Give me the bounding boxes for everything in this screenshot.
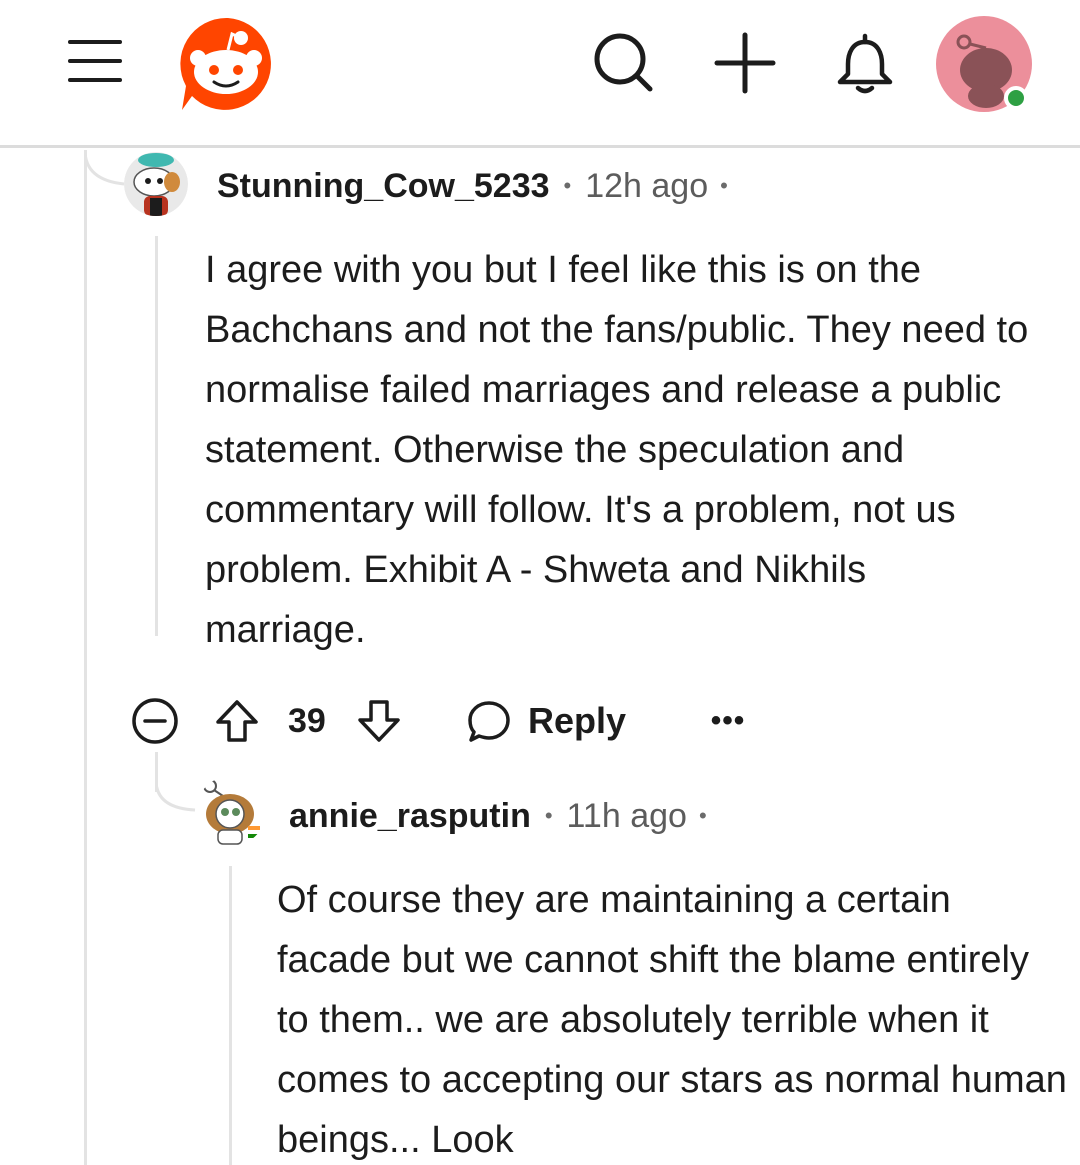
minus-circle-icon bbox=[132, 698, 178, 744]
thread-line-root bbox=[84, 150, 87, 1165]
top-app-bar bbox=[0, 0, 1080, 148]
comment-body: Of course they are maintaining a certain… bbox=[277, 879, 1067, 1161]
reply-button[interactable]: Reply bbox=[466, 692, 636, 750]
speech-bubble-icon bbox=[468, 701, 510, 742]
collapse-thread-button[interactable] bbox=[130, 692, 182, 750]
reddit-logo-icon[interactable] bbox=[178, 14, 278, 114]
comment-actions: 39 Reply ••• bbox=[130, 692, 770, 750]
meta-separator: • bbox=[698, 803, 707, 828]
downvote-button[interactable] bbox=[356, 692, 406, 750]
comment-meta: Stunning_Cow_5233 • 12h ago • bbox=[217, 164, 728, 208]
vote-score: 39 bbox=[288, 701, 326, 740]
upvote-arrow-icon bbox=[216, 700, 258, 742]
search-icon[interactable] bbox=[588, 28, 658, 98]
comment-timestamp: 11h ago bbox=[566, 796, 687, 835]
comment-username[interactable]: Stunning_Cow_5233 bbox=[217, 167, 550, 206]
user-avatar-icon[interactable] bbox=[934, 14, 1034, 114]
thread-connector-reply bbox=[155, 780, 196, 812]
more-options-button[interactable]: ••• bbox=[708, 692, 748, 750]
meta-separator: • bbox=[544, 803, 553, 828]
reply-label: Reply bbox=[528, 700, 627, 741]
upvote-button[interactable] bbox=[214, 692, 264, 750]
meta-separator: • bbox=[563, 173, 572, 198]
downvote-arrow-icon bbox=[358, 700, 400, 742]
plus-icon[interactable] bbox=[710, 30, 780, 96]
thread-connector bbox=[84, 150, 125, 186]
comment-username[interactable]: annie_rasputin bbox=[289, 797, 531, 836]
avatar[interactable] bbox=[124, 152, 188, 216]
comment-timestamp: 12h ago bbox=[585, 166, 709, 205]
thread-line-comment-1 bbox=[155, 236, 158, 636]
comment-meta: annie_rasputin • 11h ago • bbox=[289, 794, 707, 838]
bell-icon[interactable] bbox=[830, 30, 900, 100]
snoo-avatar-icon bbox=[124, 152, 188, 216]
thread-line-comment-2 bbox=[229, 866, 232, 1165]
hamburger-menu-icon[interactable] bbox=[66, 36, 126, 86]
avatar[interactable] bbox=[196, 776, 266, 846]
online-status-dot bbox=[1004, 86, 1028, 110]
comment-body: I agree with you but I feel like this is… bbox=[205, 249, 1029, 651]
snoo-avatar-icon bbox=[196, 776, 266, 846]
meta-separator: • bbox=[720, 173, 728, 198]
